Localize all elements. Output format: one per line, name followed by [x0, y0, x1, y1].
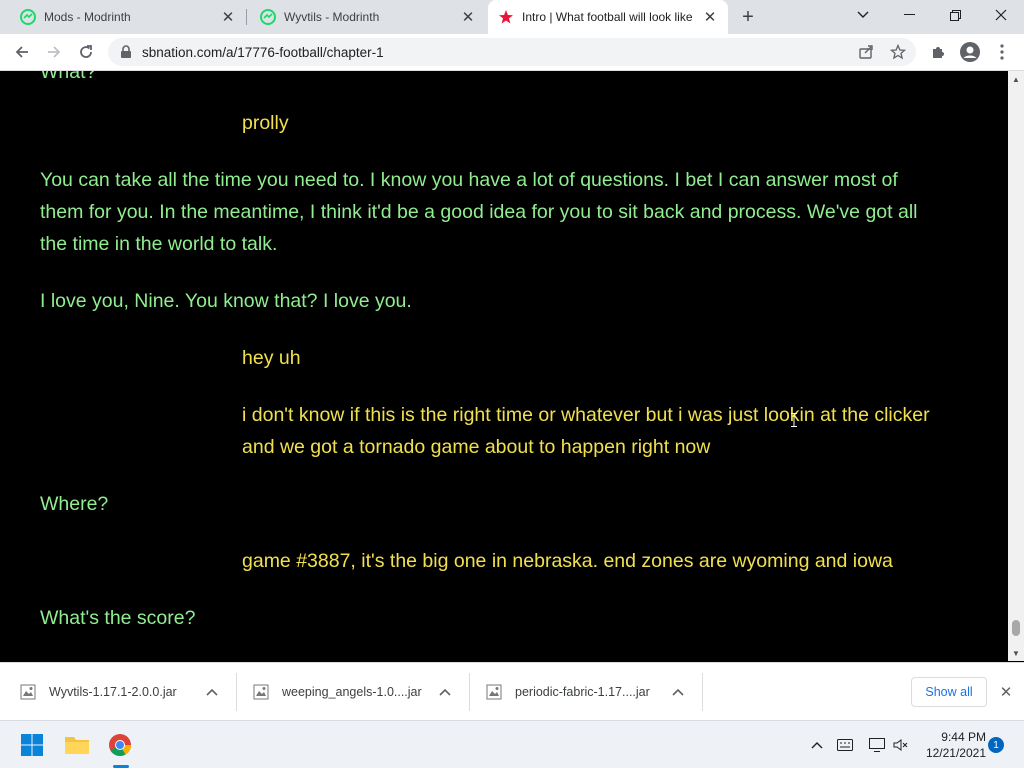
close-tab-icon[interactable]: ✕	[700, 7, 720, 27]
message-green: I love you, Nine. You know that? I love …	[40, 290, 412, 312]
keyboard-icon[interactable]	[834, 733, 856, 757]
scroll-up-arrow-icon[interactable]: ▲	[1012, 75, 1020, 84]
tab-title: Intro | What football will look like	[522, 10, 693, 24]
network-monitor-icon[interactable]	[866, 733, 888, 757]
tab-mods-modrinth[interactable]: Mods - Modrinth ✕	[0, 0, 246, 34]
download-item[interactable]: Wyvtils-1.17.1-2.0.0.jar	[20, 663, 236, 721]
message-yellow: i don't know if this is the right time o…	[242, 404, 930, 426]
notification-badge[interactable]: 1	[988, 737, 1004, 753]
show-hidden-icons-chevron-icon[interactable]	[806, 733, 828, 757]
message-green: them for you. In the meantime, I think i…	[40, 201, 918, 223]
message-yellow: prolly	[242, 112, 289, 134]
file-icon	[486, 684, 502, 700]
message-yellow: hey uh	[242, 347, 301, 369]
file-icon	[20, 684, 36, 700]
tab-title: Mods - Modrinth	[44, 10, 131, 24]
new-tab-button[interactable]: +	[736, 5, 760, 29]
message-yellow: game #3887, it's the big one in nebraska…	[242, 550, 893, 572]
profile-avatar-icon[interactable]	[956, 38, 984, 66]
tab-title: Wyvtils - Modrinth	[284, 10, 380, 24]
tab-strip: Mods - Modrinth ✕ Wyvtils - Modrinth ✕ I…	[0, 0, 1024, 34]
restore-button[interactable]	[932, 0, 978, 30]
scroll-down-arrow-icon[interactable]: ▼	[1012, 649, 1020, 658]
chrome-icon[interactable]	[104, 729, 136, 761]
lock-icon[interactable]	[120, 45, 132, 64]
file-explorer-icon[interactable]	[61, 729, 93, 761]
modrinth-icon	[20, 9, 36, 25]
clock-time: 9:44 PM	[941, 730, 986, 744]
clock-date: 12/21/2021	[925, 746, 986, 760]
chevron-up-icon[interactable]	[206, 685, 218, 699]
chevron-up-icon[interactable]	[439, 685, 451, 699]
minimize-button[interactable]	[886, 0, 932, 30]
scrollbar-thumb[interactable]	[1012, 620, 1020, 636]
download-bar: Wyvtils-1.17.1-2.0.0.jar weeping_angels-…	[0, 662, 1024, 720]
sbnation-star-icon	[498, 9, 514, 25]
forward-button[interactable]	[40, 38, 68, 66]
volume-muted-icon[interactable]	[890, 733, 912, 757]
download-item[interactable]: periodic-fabric-1.17....jar	[486, 663, 702, 721]
message-green: the time in the world to talk.	[40, 233, 278, 255]
text-cursor-icon	[791, 413, 797, 427]
close-window-button[interactable]	[978, 0, 1024, 30]
message-green: What's the score?	[40, 607, 196, 629]
windows-start-icon[interactable]	[16, 729, 48, 761]
download-item[interactable]: weeping_angels-1.0....jar	[253, 663, 469, 721]
vertical-scrollbar[interactable]: ▲ ▼	[1008, 71, 1024, 661]
reload-button[interactable]	[72, 38, 100, 66]
show-all-button[interactable]: Show all	[911, 677, 987, 707]
download-filename: Wyvtils-1.17.1-2.0.0.jar	[49, 685, 177, 699]
tab-wyvtils-modrinth[interactable]: Wyvtils - Modrinth ✕	[246, 0, 486, 34]
page-content: What? prolly You can take all the time y…	[0, 71, 1008, 661]
tab-intro-football[interactable]: Intro | What football will look like ✕	[488, 0, 728, 34]
system-clock[interactable]: 9:44 PM 12/21/2021	[918, 729, 986, 761]
download-filename: weeping_angels-1.0....jar	[282, 685, 422, 699]
close-tab-icon[interactable]: ✕	[458, 7, 478, 27]
download-filename: periodic-fabric-1.17....jar	[515, 685, 650, 699]
close-tab-icon[interactable]: ✕	[218, 7, 238, 27]
cut-off-text: What?	[40, 71, 97, 83]
message-yellow: and we got a tornado game about to happe…	[242, 436, 711, 458]
message-green: You can take all the time you need to. I…	[40, 169, 898, 191]
menu-kebab-icon[interactable]	[988, 38, 1016, 66]
file-icon	[253, 684, 269, 700]
back-button[interactable]	[8, 38, 36, 66]
message-green: Where?	[40, 493, 109, 515]
close-download-bar-icon[interactable]: ✕	[996, 682, 1016, 702]
windows-taskbar: 9:44 PM 12/21/2021 1	[0, 720, 1024, 768]
bookmark-star-icon[interactable]	[888, 42, 908, 62]
tab-search-chevron-icon[interactable]	[840, 0, 886, 30]
browser-toolbar: sbnation.com/a/17776-football/chapter-1	[0, 34, 1024, 71]
modrinth-icon	[260, 9, 276, 25]
url-text[interactable]: sbnation.com/a/17776-football/chapter-1	[142, 45, 384, 60]
address-bar[interactable]: sbnation.com/a/17776-football/chapter-1	[108, 38, 916, 66]
share-icon[interactable]	[856, 42, 876, 62]
chevron-up-icon[interactable]	[672, 685, 684, 699]
extensions-puzzle-icon[interactable]	[924, 38, 952, 66]
